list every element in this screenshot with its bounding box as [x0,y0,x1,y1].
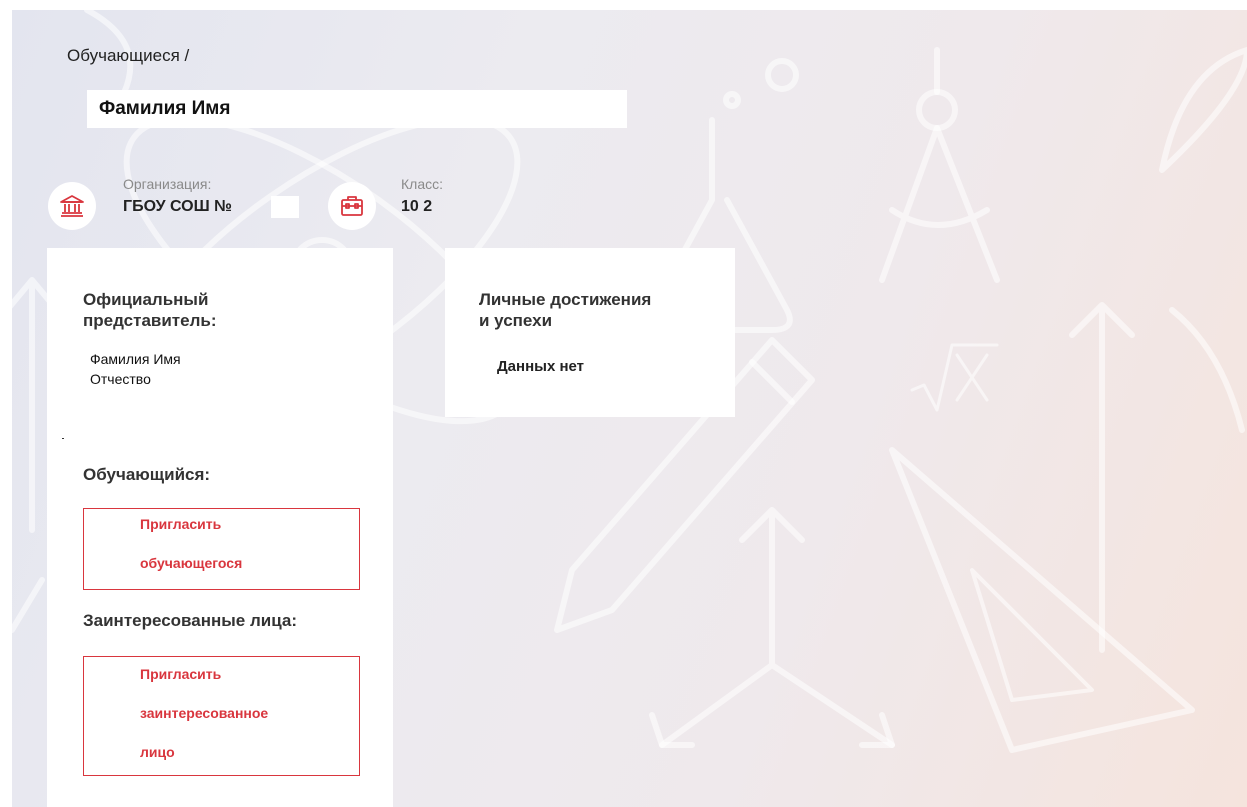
page: Обучающиеся / Фамилия Имя Организация: Г… [12,10,1247,807]
building-icon [60,195,84,217]
organization-label: Организация: [123,176,212,192]
representative-title-line2: представитель: [83,311,217,330]
achievements-title-line1: Личные достижения [479,290,652,309]
student-name-title: Фамилия Имя [87,90,627,128]
briefcase-icon [341,196,363,216]
invite-interested-label-line2: заинтересованное [140,705,269,721]
invite-interested-label-line1: Пригласить [140,666,222,682]
divider-mark [62,438,64,439]
interested-section-title: Заинтересованные лица: [83,611,297,630]
organization-icon-circle [48,182,96,230]
class-label: Класс: [401,176,443,192]
representative-name-line1: Фамилия Имя [90,351,181,367]
invite-student-label-line2: обучающегося [140,555,243,571]
class-value: 10 2 [401,198,433,215]
invite-student-button[interactable]: Пригласить обучающегося [83,508,360,590]
invite-interested-label-line3: лицо [140,744,175,760]
achievements-title-line2: и успехи [479,311,553,330]
class-icon-circle [328,182,376,230]
student-section-title: Обучающийся: [83,465,211,484]
breadcrumb[interactable]: Обучающиеся / [67,46,189,66]
achievements-empty-text: Данных нет [497,358,585,375]
invite-student-label-line1: Пригласить [140,516,222,532]
redacted-box [271,196,299,218]
achievements-card [445,248,735,417]
representative-name-line2: Отчество [90,371,151,387]
representative-title-line1: Официальный [83,290,209,309]
organization-value: ГБОУ СОШ № [123,198,232,215]
invite-interested-button[interactable]: Пригласить заинтересованное лицо [83,656,360,776]
